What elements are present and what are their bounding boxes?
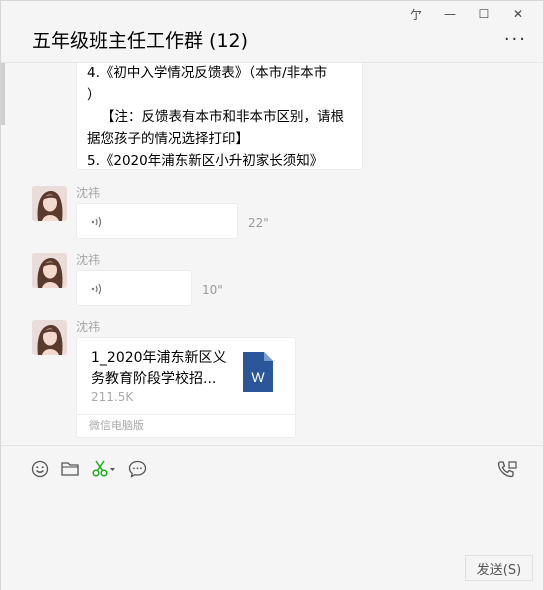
file-name: 1_2020年浦东新区义 务教育阶段学校招...: [91, 348, 231, 390]
file-name-line: 务教育阶段学校招...: [91, 371, 217, 387]
message-line: 据您孩子的情况选择打印】: [87, 131, 249, 147]
scissors-icon[interactable]: [91, 460, 117, 478]
sender-name: 沈祎: [76, 320, 101, 334]
folder-icon[interactable]: [61, 460, 79, 478]
pin-button[interactable]: 亇: [399, 5, 433, 23]
emoji-icon[interactable]: [31, 460, 49, 478]
phone-call-icon[interactable]: [497, 460, 517, 478]
file-size: 211.5K: [91, 390, 134, 404]
send-button[interactable]: 发送(S): [465, 555, 533, 581]
voice-bubble[interactable]: [76, 270, 192, 306]
file-name-line: 1_2020年浦东新区义: [91, 350, 227, 366]
scrollbar[interactable]: [1, 63, 5, 125]
text-message-bubble[interactable]: 4.《初中入学情况反馈表》（本市/非本市 ） 【注：反馈表有本市和非本市区别，请…: [76, 63, 363, 170]
chat-title: 五年级班主任工作群 (12): [32, 30, 249, 52]
voice-duration: 22": [248, 216, 269, 230]
word-file-icon: W: [243, 352, 273, 392]
minimize-button[interactable]: —: [433, 5, 467, 23]
message-list[interactable]: 4.《初中入学情况反馈表》（本市/非本市 ） 【注：反馈表有本市和非本市区别，请…: [1, 63, 543, 445]
maximize-button[interactable]: ☐: [467, 5, 501, 23]
avatar[interactable]: [32, 186, 67, 221]
message-line: 4.《初中入学情况反馈表》（本市/非本市: [87, 65, 328, 81]
message-input[interactable]: 发送(S): [1, 491, 543, 590]
avatar[interactable]: [32, 320, 67, 355]
file-card[interactable]: 1_2020年浦东新区义 务教育阶段学校招... 211.5K W 微信电脑版: [76, 337, 296, 438]
voice-duration: 10": [202, 283, 223, 297]
message-line: 5.《2020年浦东新区小升初家长须知》: [87, 153, 324, 169]
voice-bubble[interactable]: [76, 203, 238, 239]
sender-name: 沈祎: [76, 253, 101, 267]
chat-history-icon[interactable]: [128, 460, 147, 478]
chat-window: 五年级班主任工作群 (12) ··· 亇 — ☐ ✕ 4.《初中入学情况反馈表》…: [0, 0, 544, 590]
voice-wave-icon: [91, 215, 103, 232]
svg-text:W: W: [251, 369, 265, 385]
window-controls: 亇 — ☐ ✕: [399, 5, 535, 23]
more-options-button[interactable]: ···: [504, 29, 527, 50]
message-line: ）: [87, 87, 101, 103]
sender-name: 沈祎: [76, 186, 101, 200]
message-line: 【注：反馈表有本市和非本市区别，请根: [101, 109, 344, 125]
file-source: 微信电脑版: [77, 414, 295, 437]
voice-wave-icon: [91, 282, 103, 299]
avatar[interactable]: [32, 253, 67, 288]
close-button[interactable]: ✕: [501, 5, 535, 23]
input-toolbar: [1, 445, 543, 491]
